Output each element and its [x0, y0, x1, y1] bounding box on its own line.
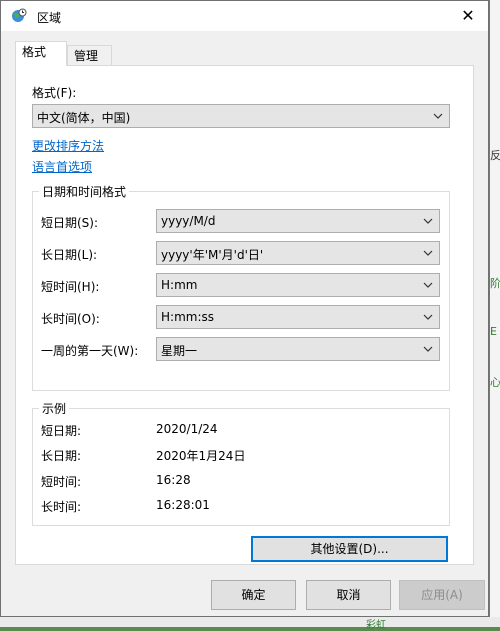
- region-dialog: 区域 ✕ 格式 管理 格式(F): 中文(简体，中国) 更改排序方法 语言首选项…: [0, 0, 489, 617]
- language-preferences-link[interactable]: 语言首选项: [32, 158, 92, 175]
- example-short-date-value: 2020/1/24: [156, 422, 218, 436]
- chevron-down-icon: [423, 250, 433, 256]
- datetime-format-group: 日期和时间格式 短日期(S): yyyy/M/d 长日期(L): yyyy'年'…: [32, 183, 450, 391]
- examples-group-title: 示例: [39, 400, 70, 417]
- example-long-date-value: 2020年1月24日: [156, 449, 246, 463]
- chevron-down-icon: [423, 346, 433, 352]
- apply-button[interactable]: 应用(A): [399, 580, 485, 610]
- long-time-value: H:mm:ss: [161, 310, 214, 324]
- long-date-select[interactable]: yyyy'年'M'月'd'日': [156, 241, 440, 265]
- example-short-time-value: 16:28: [156, 473, 191, 487]
- example-short-date-label: 短日期:: [41, 424, 82, 438]
- chevron-down-icon: [423, 314, 433, 320]
- first-day-label: 一周的第一天(W):: [41, 344, 139, 358]
- long-date-label: 长日期(L):: [41, 248, 98, 262]
- format-value: 中文(简体，中国): [37, 111, 131, 125]
- long-time-select[interactable]: H:mm:ss: [156, 305, 440, 329]
- example-long-time-label: 长时间:: [41, 500, 82, 514]
- desktop-bottom-edge: [0, 617, 500, 627]
- short-date-value: yyyy/M/d: [161, 214, 216, 228]
- short-time-value: H:mm: [161, 278, 198, 292]
- first-day-select[interactable]: 星期一: [156, 337, 440, 361]
- globe-clock-icon: [11, 8, 27, 24]
- close-button[interactable]: ✕: [448, 1, 488, 31]
- format-select[interactable]: 中文(简体，中国): [32, 104, 450, 128]
- example-long-date-label: 长日期:: [41, 449, 82, 463]
- title-bar: 区域 ✕: [1, 1, 488, 31]
- desktop-right-edge: [490, 0, 500, 627]
- long-date-value: yyyy'年'M'月'd'日': [161, 248, 264, 262]
- tab-format[interactable]: 格式: [15, 41, 67, 66]
- datetime-group-title: 日期和时间格式: [39, 183, 130, 200]
- examples-group: 示例 短日期: 2020/1/24 长日期: 2020年1月24日 短时间: 1…: [32, 400, 450, 526]
- format-label: 格式(F):: [32, 86, 77, 100]
- window-title: 区域: [37, 11, 62, 25]
- long-time-label: 长时间(O):: [41, 312, 100, 326]
- chevron-down-icon: [423, 282, 433, 288]
- desktop-right-char-3: 心: [490, 376, 500, 389]
- cancel-button[interactable]: 取消: [306, 580, 391, 610]
- format-panel: 格式(F): 中文(简体，中国) 更改排序方法 语言首选项 日期和时间格式 短日…: [15, 65, 474, 565]
- desktop-right-char-2: E: [490, 325, 497, 338]
- short-time-label: 短时间(H):: [41, 280, 100, 294]
- example-short-time-label: 短时间:: [41, 475, 82, 489]
- short-date-select[interactable]: yyyy/M/d: [156, 209, 440, 233]
- short-date-label: 短日期(S):: [41, 216, 99, 230]
- short-time-select[interactable]: H:mm: [156, 273, 440, 297]
- desktop-bottom-text: 彩虹: [366, 620, 386, 631]
- example-long-time-value: 16:28:01: [156, 498, 210, 512]
- ok-button[interactable]: 确定: [211, 580, 296, 610]
- change-sort-link[interactable]: 更改排序方法: [32, 137, 104, 154]
- tab-manage[interactable]: 管理: [67, 45, 112, 65]
- other-settings-button[interactable]: 其他设置(D)...: [251, 536, 448, 562]
- first-day-value: 星期一: [161, 344, 198, 358]
- desktop-right-char-1: 阶: [490, 277, 500, 290]
- chevron-down-icon: [433, 113, 443, 119]
- chevron-down-icon: [423, 218, 433, 224]
- desktop-right-char-0: 反: [490, 149, 500, 162]
